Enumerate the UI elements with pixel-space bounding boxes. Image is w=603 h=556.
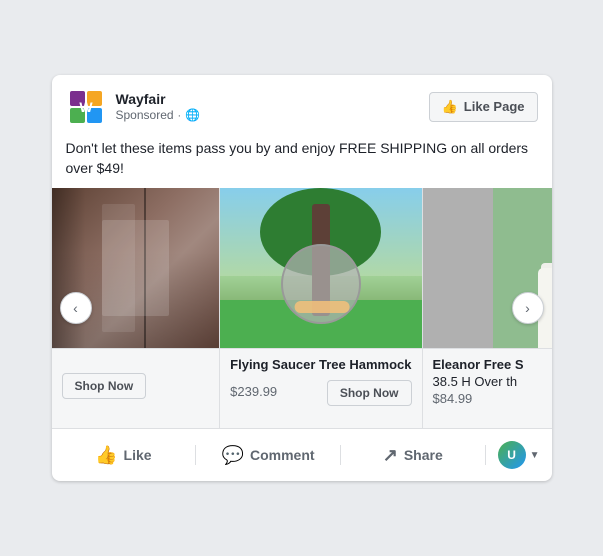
like-thumb-icon: 👍 bbox=[442, 99, 458, 115]
like-label: Like bbox=[124, 447, 152, 463]
brand-logo[interactable]: W bbox=[66, 87, 106, 127]
carousel-container: ‹ › Shop Now bbox=[52, 188, 552, 428]
avatar-initial: U bbox=[507, 448, 516, 462]
globe-icon: · bbox=[178, 109, 182, 123]
carousel-next-button[interactable]: › bbox=[512, 292, 544, 324]
chevron-right-icon: › bbox=[525, 300, 530, 316]
comment-label: Comment bbox=[250, 447, 315, 463]
card-footer: 👍 Like 💬 Comment ↗ Share U ▼ bbox=[52, 428, 552, 481]
like-page-button[interactable]: 👍 Like Page bbox=[429, 92, 538, 122]
bathroom-image bbox=[423, 188, 552, 348]
closet-shop-now-button[interactable]: Shop Now bbox=[62, 373, 147, 399]
sponsored-label: Sponsored bbox=[116, 108, 174, 124]
hammock-price: $239.99 bbox=[230, 384, 277, 399]
like-icon: 👍 bbox=[95, 445, 117, 466]
facebook-ad-card: W Wayfair Sponsored · 🌐 👍 Like Page Don'… bbox=[52, 75, 552, 481]
comment-action[interactable]: 💬 Comment bbox=[196, 437, 340, 474]
carousel-prev-button[interactable]: ‹ bbox=[60, 292, 92, 324]
chevron-left-icon: ‹ bbox=[73, 300, 78, 316]
like-action[interactable]: 👍 Like bbox=[52, 437, 196, 474]
card-header: W Wayfair Sponsored · 🌐 👍 Like Page bbox=[52, 75, 552, 135]
carousel-item-hammock: Flying Saucer Tree Hammock $239.99 Shop … bbox=[220, 188, 422, 428]
carousel-track: Shop Now Flying Saucer Tree Hammock bbox=[52, 188, 552, 428]
avatar: U bbox=[498, 441, 526, 469]
bathroom-subtitle: 38.5 H Over th bbox=[433, 374, 552, 389]
svg-text:W: W bbox=[79, 99, 93, 115]
avatar-area[interactable]: U ▼ bbox=[486, 433, 552, 477]
like-page-label: Like Page bbox=[464, 99, 525, 114]
hammock-item-info: Flying Saucer Tree Hammock $239.99 Shop … bbox=[220, 348, 421, 428]
share-icon: ↗ bbox=[383, 445, 398, 466]
header-left: W Wayfair Sponsored · 🌐 bbox=[66, 87, 201, 127]
share-action[interactable]: ↗ Share bbox=[341, 437, 485, 474]
header-info: Wayfair Sponsored · 🌐 bbox=[116, 90, 201, 124]
share-label: Share bbox=[404, 447, 443, 463]
sponsored-row: Sponsored · 🌐 bbox=[116, 108, 201, 124]
bathroom-title: Eleanor Free S bbox=[433, 357, 552, 372]
ad-text: Don't let these items pass you by and en… bbox=[52, 135, 552, 188]
bathroom-price: $84.99 bbox=[433, 391, 552, 406]
closet-item-info: Shop Now bbox=[52, 348, 220, 428]
hammock-shop-now-button[interactable]: Shop Now bbox=[327, 380, 412, 406]
bathroom-item-info: Eleanor Free S 38.5 H Over th $84.99 bbox=[423, 348, 552, 428]
hammock-info-bottom: $239.99 Shop Now bbox=[230, 374, 411, 406]
avatar-chevron-icon: ▼ bbox=[530, 450, 540, 461]
hammock-image bbox=[220, 188, 421, 348]
comment-icon: 💬 bbox=[222, 445, 244, 466]
hammock-title: Flying Saucer Tree Hammock bbox=[230, 357, 411, 372]
brand-name[interactable]: Wayfair bbox=[116, 90, 201, 108]
closet-image bbox=[52, 188, 220, 348]
globe-emoji: 🌐 bbox=[185, 108, 200, 124]
